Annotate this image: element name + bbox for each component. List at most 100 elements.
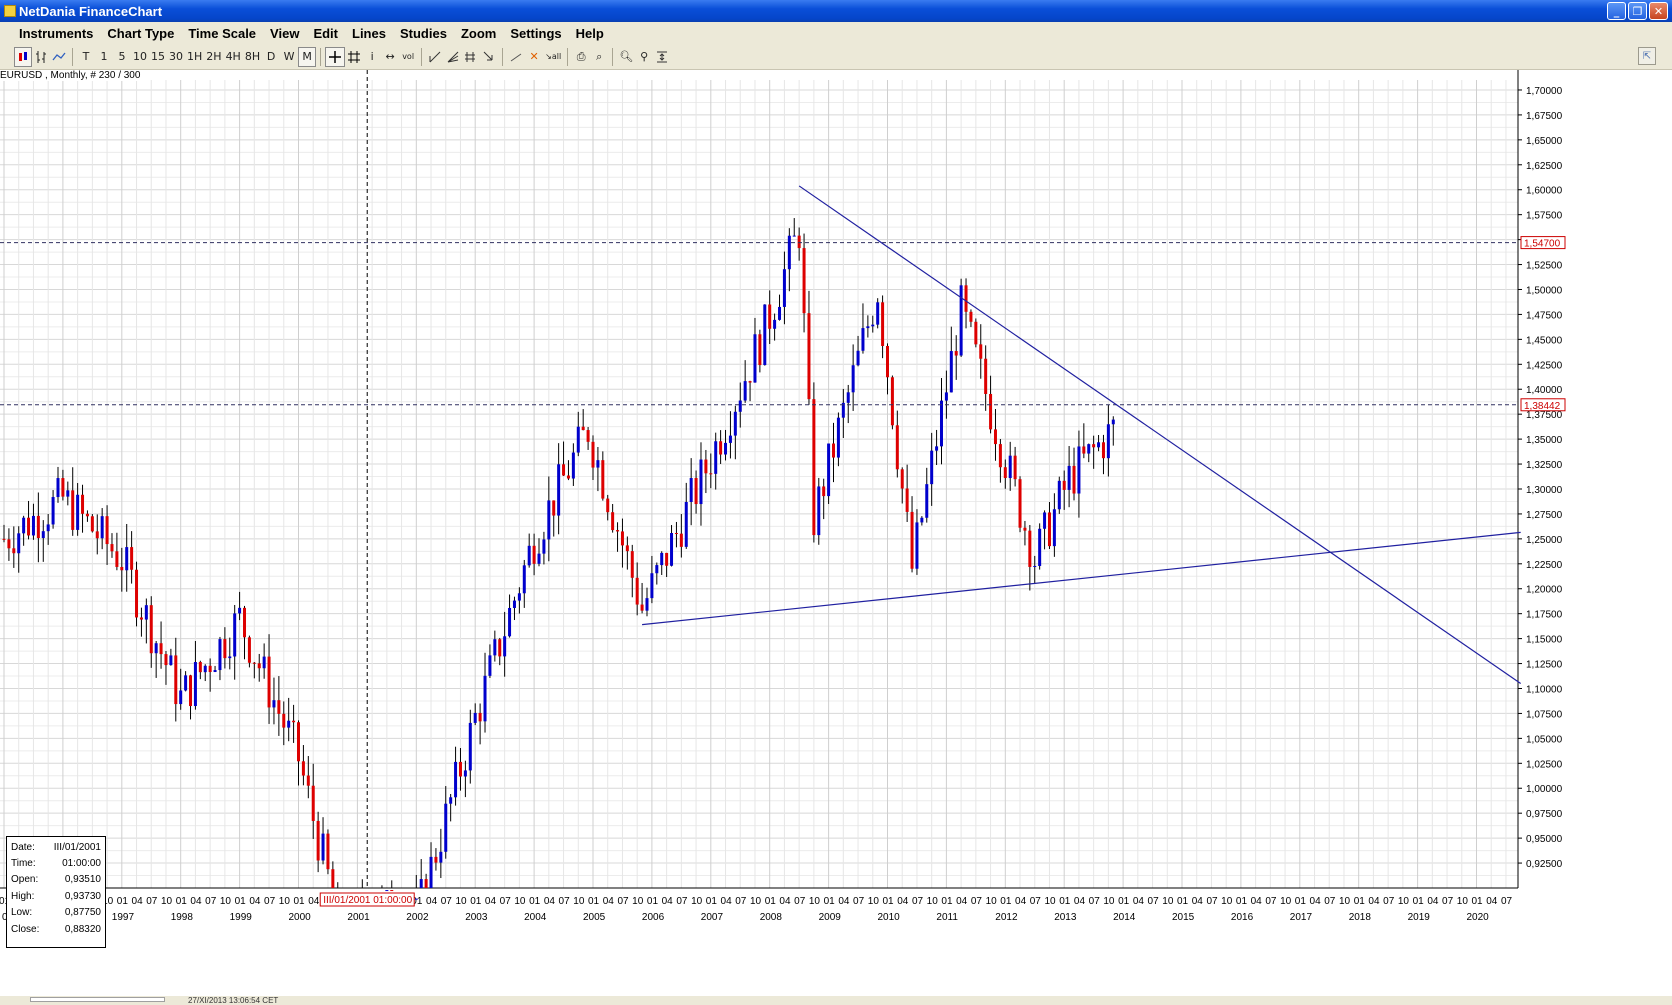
data-window-label: Time: <box>11 858 36 870</box>
timescale-5[interactable]: 5 <box>113 47 131 67</box>
y-tick-label: 1,02500 <box>1526 759 1563 770</box>
x-tick-label: 04 <box>603 896 615 907</box>
candle-body <box>807 313 811 400</box>
timescale-4h[interactable]: 4H <box>224 47 243 67</box>
timescale-w[interactable]: W <box>280 47 298 67</box>
candle-body <box>679 533 683 547</box>
print-icon[interactable]: ⎙ <box>572 47 590 67</box>
minimize-button[interactable]: _ <box>1607 2 1626 20</box>
x-year-label: 2014 <box>1113 912 1136 923</box>
x-tick-label: 10 <box>514 896 526 907</box>
x-year-label: 1997 <box>112 912 135 923</box>
y-tick-label: 1,62500 <box>1526 161 1563 172</box>
price-chart[interactable]: 1,70000 1,67500 1,65000 1,62500 1,60000 1,575… <box>0 70 1672 996</box>
y-tick-label: 1,05000 <box>1526 734 1563 745</box>
x-tick-label: 04 <box>897 896 909 907</box>
menu-view[interactable]: View <box>263 26 306 41</box>
candle-body <box>1008 455 1012 479</box>
trendline-icon[interactable] <box>426 47 444 67</box>
candlestick-chart-icon[interactable] <box>14 46 32 67</box>
fit-icon[interactable] <box>653 47 671 67</box>
x-tick-label: 10 <box>1044 896 1056 907</box>
candle-body <box>218 639 222 671</box>
candle-body <box>606 498 610 513</box>
x-tick-label: 04 <box>1486 896 1498 907</box>
line-chart-icon[interactable] <box>50 47 68 67</box>
menu-instruments[interactable]: Instruments <box>12 26 100 41</box>
candle-body <box>17 533 21 554</box>
price-tag-label: 1,38442 <box>1524 401 1561 412</box>
chart-area[interactable]: 1,70000 1,67500 1,65000 1,62500 1,60000 1,575… <box>0 70 1672 996</box>
restore-button[interactable]: ❐ <box>1628 2 1647 20</box>
timescale-10[interactable]: 10 <box>131 47 149 67</box>
arrow-tool-icon[interactable] <box>480 47 498 67</box>
timescale-1h[interactable]: 1H <box>185 47 204 67</box>
x-tick-label: 04 <box>1427 896 1439 907</box>
y-tick-label: 1,27500 <box>1526 510 1563 521</box>
delete-all-icon[interactable]: ↘all <box>543 47 563 67</box>
grid-icon[interactable] <box>345 47 363 67</box>
menu-zoom[interactable]: Zoom <box>454 26 503 41</box>
candle-body <box>287 720 291 728</box>
candle-body <box>635 577 639 605</box>
fan-icon[interactable] <box>444 47 462 67</box>
x-tick-label: 10 <box>691 896 703 907</box>
timescale-8h[interactable]: 8H <box>243 47 262 67</box>
detach-icon[interactable]: ⇱ <box>1638 47 1656 65</box>
menu-time-scale[interactable]: Time Scale <box>181 26 263 41</box>
candle-body <box>7 539 11 549</box>
x-tick-label: 10 <box>750 896 762 907</box>
x-tick-label: 07 <box>735 896 747 907</box>
status-field[interactable] <box>30 997 165 1002</box>
candle-body <box>576 426 580 453</box>
timescale-t[interactable]: T <box>77 47 95 67</box>
timescale-30[interactable]: 30 <box>167 47 185 67</box>
candle-body <box>41 531 45 539</box>
menu-studies[interactable]: Studies <box>393 26 454 41</box>
delete-lines-icon[interactable]: ✕ <box>525 47 543 67</box>
candle-body <box>689 478 693 502</box>
menu-edit[interactable]: Edit <box>306 26 345 41</box>
info-icon[interactable]: i <box>363 47 381 67</box>
menu-chart-type[interactable]: Chart Type <box>100 26 181 41</box>
menu-lines[interactable]: Lines <box>345 26 393 41</box>
x-tick-label: 07 <box>1206 896 1218 907</box>
x-year-label: 2013 <box>1054 912 1077 923</box>
draw-line-icon[interactable] <box>507 47 525 67</box>
candle-body <box>120 566 124 571</box>
timescale-15[interactable]: 15 <box>149 47 167 67</box>
candle-body <box>871 324 875 327</box>
y-tick-label: 1,57500 <box>1526 211 1563 222</box>
x-year-label: 2000 <box>289 912 312 923</box>
x-tick-label: 01 <box>1118 896 1130 907</box>
candle-body <box>1047 512 1051 547</box>
volume-icon[interactable]: vol <box>399 47 417 67</box>
crosshair-icon[interactable] <box>325 46 346 67</box>
candle-body <box>827 443 831 497</box>
candle-body <box>1072 465 1076 494</box>
candle-body <box>910 511 914 569</box>
zoom-in-icon[interactable]: 🔍︎ <box>617 47 635 67</box>
x-year-label: 2015 <box>1172 912 1195 923</box>
x-tick-label: 01 <box>1413 896 1425 907</box>
print-preview-icon[interactable]: ⌕ <box>590 47 608 67</box>
ohlc-chart-icon[interactable] <box>32 47 50 67</box>
candle-body <box>508 607 512 637</box>
candle-body <box>562 464 566 476</box>
x-tick-label: 01 <box>941 896 953 907</box>
menu-settings[interactable]: Settings <box>503 26 568 41</box>
menu-help[interactable]: Help <box>569 26 611 41</box>
close-button[interactable]: ✕ <box>1649 2 1668 20</box>
x-year-label: 2010 <box>878 912 901 923</box>
zoom-out-icon[interactable]: ⚲ <box>635 47 653 67</box>
timescale-1[interactable]: 1 <box>95 47 113 67</box>
candle-body <box>414 898 418 900</box>
timescale-d[interactable]: D <box>262 47 280 67</box>
candle-body <box>915 522 919 569</box>
timescale-2h[interactable]: 2H <box>204 47 223 67</box>
channel-icon[interactable] <box>462 47 480 67</box>
x-tick-label: 04 <box>956 896 968 907</box>
timescale-m[interactable]: M <box>298 46 317 67</box>
scroll-icon[interactable]: ↔ <box>381 47 399 67</box>
candle-body <box>660 552 664 566</box>
